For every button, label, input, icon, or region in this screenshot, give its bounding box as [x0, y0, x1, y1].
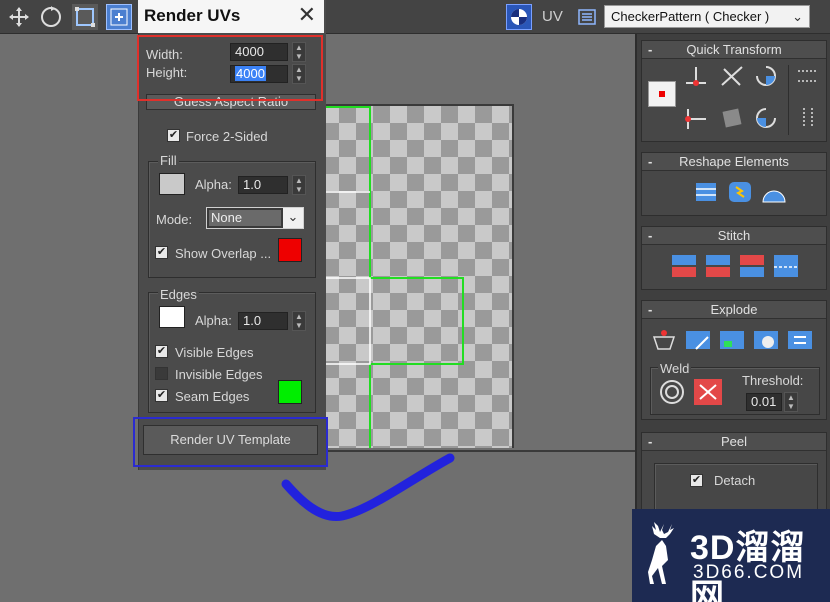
threshold-label: Threshold:	[742, 373, 804, 388]
quick-transform-header[interactable]: - Quick Transform	[642, 41, 826, 59]
collapse-icon[interactable]: -	[648, 433, 652, 451]
space-vertical-icon[interactable]	[794, 105, 822, 131]
force-2sided-label: Force 2-Sided	[186, 129, 268, 144]
edges-alpha-spinner[interactable]: ▲ ▼	[292, 311, 306, 331]
checker-pattern-select[interactable]: CheckerPattern ( Checker ) ⌄	[604, 5, 810, 28]
peel-header[interactable]: - Peel	[642, 433, 826, 451]
show-overlap-label: Show Overlap ...	[175, 246, 272, 261]
collapse-icon[interactable]: -	[648, 41, 652, 59]
stitch-title: Stitch	[717, 228, 751, 243]
stitch-average-icon[interactable]	[704, 253, 732, 279]
mirror-icon[interactable]	[718, 63, 746, 89]
align-horizontal-icon[interactable]	[682, 63, 710, 89]
stitch-to-source-icon[interactable]	[738, 253, 766, 279]
list-icon[interactable]	[574, 4, 600, 30]
fill-group-label: Fill	[158, 153, 179, 168]
detach-label: Detach	[714, 473, 756, 488]
threshold-spinner[interactable]: ▲ ▼	[784, 392, 798, 412]
chevron-down-icon: ⌄	[283, 208, 303, 228]
seam-color-swatch[interactable]	[278, 380, 302, 404]
render-highlight-box	[133, 417, 328, 467]
rotate-ccw-icon[interactable]	[752, 105, 780, 131]
stitch-to-target-icon[interactable]	[670, 253, 698, 279]
watermark-url: 3D66.COM	[693, 562, 805, 583]
fill-mode-value: None	[209, 210, 281, 226]
align-center-icon[interactable]	[648, 81, 676, 107]
stitch-rollout: - Stitch	[641, 226, 827, 290]
circle-icon[interactable]	[760, 179, 788, 205]
move-icon[interactable]	[6, 4, 32, 30]
explode-smoothing-icon[interactable]	[718, 327, 746, 353]
close-icon[interactable]: ✕	[298, 2, 316, 28]
overlap-color-swatch[interactable]	[278, 238, 302, 262]
explode-material-icon[interactable]	[752, 327, 780, 353]
dialog-title: Render UVs	[144, 6, 241, 25]
fill-mode-label: Mode:	[156, 212, 193, 227]
straighten-selection-icon[interactable]	[692, 179, 720, 205]
collapse-icon[interactable]: -	[648, 153, 652, 171]
weld-target-icon[interactable]	[658, 379, 686, 405]
uv-edges-overlay	[322, 106, 464, 448]
explode-title: Explode	[710, 302, 758, 317]
uv-checker-canvas[interactable]	[322, 104, 514, 448]
fill-color-swatch[interactable]	[159, 173, 185, 195]
dialog-titlebar: Render UVs ✕	[138, 0, 324, 33]
rotate-cw-icon[interactable]	[752, 63, 780, 89]
stitch-header[interactable]: - Stitch	[642, 227, 826, 245]
quick-transform-rollout: - Quick Transform	[641, 40, 827, 142]
explode-selection-icon[interactable]	[684, 327, 712, 353]
weld-label: Weld	[658, 361, 692, 376]
break-icon[interactable]	[650, 327, 678, 353]
rotate-icon[interactable]	[38, 4, 64, 30]
threshold-input[interactable]: 0.01	[746, 393, 782, 411]
seam-edges-label: Seam Edges	[175, 389, 250, 404]
edges-group-label: Edges	[158, 287, 199, 302]
explode-header[interactable]: - Explode	[642, 301, 826, 319]
divider	[788, 65, 789, 135]
force-2sided-checkbox[interactable]: ✔	[167, 129, 180, 142]
seam-edges-checkbox[interactable]: ✔	[155, 389, 168, 402]
invisible-edges-checkbox[interactable]	[155, 367, 168, 380]
collapse-icon[interactable]: -	[648, 227, 652, 245]
deer-logo-icon	[648, 522, 674, 584]
relax-icon[interactable]	[726, 179, 754, 205]
edges-color-swatch[interactable]	[159, 306, 185, 328]
weld-selected-icon[interactable]	[694, 379, 722, 405]
show-overlap-checkbox[interactable]: ✔	[155, 246, 168, 259]
uv-label: UV	[542, 8, 563, 25]
reshape-elements-rollout: - Reshape Elements	[641, 152, 827, 216]
peel-title: Peel	[720, 434, 748, 449]
edges-alpha-label: Alpha:	[195, 313, 232, 328]
fill-alpha-spinner[interactable]: ▲ ▼	[292, 175, 306, 195]
reshape-elements-header[interactable]: - Reshape Elements	[642, 153, 826, 171]
collapse-icon[interactable]: -	[648, 301, 652, 319]
invisible-edges-label: Invisible Edges	[175, 367, 263, 382]
quick-transform-title: Quick Transform	[686, 42, 782, 57]
size-highlight-box	[137, 35, 323, 101]
chevron-down-icon: ⌄	[792, 9, 803, 24]
explode-bounds-icon[interactable]	[786, 327, 814, 353]
fill-alpha-input[interactable]: 1.0	[238, 176, 288, 194]
edges-alpha-input[interactable]: 1.0	[238, 312, 288, 330]
reshape-elements-title: Reshape Elements	[679, 154, 789, 169]
checker-icon[interactable]	[506, 4, 532, 30]
fill-mode-select[interactable]: None ⌄	[206, 207, 304, 229]
straighten-icon[interactable]	[718, 105, 746, 131]
space-horizontal-icon[interactable]	[794, 63, 822, 89]
watermark-title: 3D溜溜网	[690, 529, 806, 602]
align-vertical-icon[interactable]	[682, 105, 710, 131]
checker-pattern-value: CheckerPattern ( Checker )	[611, 9, 770, 24]
stitch-custom-icon[interactable]	[772, 253, 800, 279]
freeform-icon[interactable]	[72, 4, 98, 30]
detach-checkbox[interactable]: ✔	[690, 474, 703, 487]
visible-edges-checkbox[interactable]: ✔	[155, 345, 168, 358]
snap-icon[interactable]	[106, 4, 132, 30]
fill-alpha-label: Alpha:	[195, 177, 232, 192]
explode-rollout: - Explode Weld Threshold: 0.01 ▲ ▼	[641, 300, 827, 420]
main-toolbar: UV CheckerPattern ( Checker ) ⌄	[0, 0, 830, 34]
visible-edges-label: Visible Edges	[175, 345, 254, 360]
